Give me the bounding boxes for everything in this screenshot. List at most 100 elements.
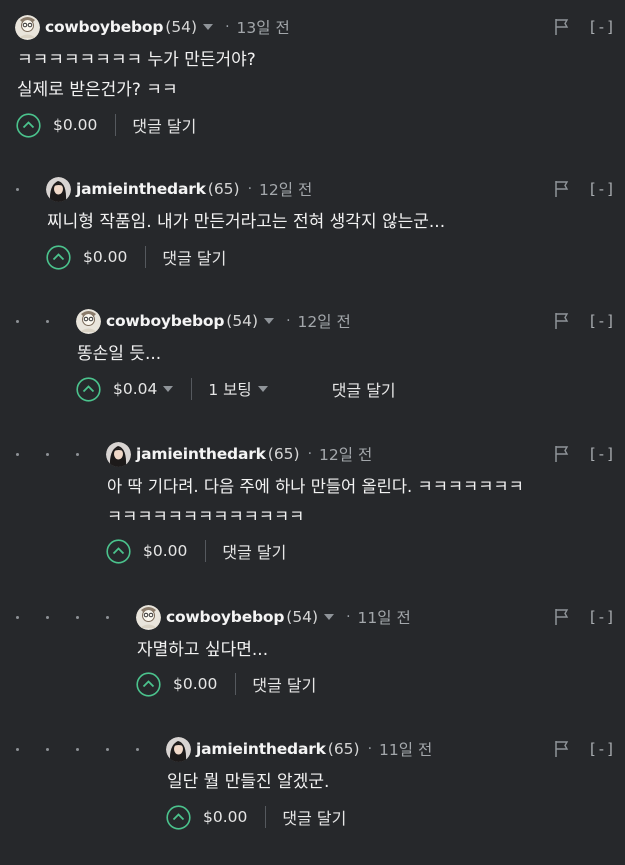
caret-down-icon[interactable]: [324, 612, 335, 622]
comment-footer: $0.00 댓글 달기: [166, 802, 346, 832]
flag-icon[interactable]: [554, 180, 572, 198]
avatar[interactable]: [136, 604, 161, 630]
collapse-button[interactable]: [-]: [588, 445, 615, 463]
author-name[interactable]: jamieinthedark: [136, 445, 266, 463]
caret-down-icon[interactable]: [163, 386, 174, 392]
payout-amount[interactable]: $0.00: [53, 116, 97, 134]
flag-icon[interactable]: [554, 740, 572, 758]
dot-separator: ·: [247, 181, 253, 197]
comment-controls: [-]: [554, 306, 625, 336]
comment-controls: [-]: [554, 174, 625, 204]
upvote-icon[interactable]: [166, 804, 191, 830]
comment-footer: $0.00 댓글 달기: [16, 110, 196, 140]
timestamp[interactable]: 12일 전: [319, 443, 372, 465]
avatar[interactable]: [15, 14, 40, 40]
payout-amount[interactable]: $0.04: [113, 380, 157, 398]
comment-body: 아 딱 기다려. 다음 주에 하나 만들어 올린다. ㅋㅋㅋㅋㅋㅋㅋ ㅋㅋㅋㅋㅋ…: [107, 472, 524, 532]
vote-count[interactable]: 1 보팅: [208, 378, 268, 400]
upvote-icon[interactable]: [136, 671, 161, 697]
divider: [265, 806, 267, 828]
vote-count-label: 1 보팅: [208, 381, 252, 399]
collapse-button[interactable]: [-]: [588, 180, 615, 198]
comment-controls: [-]: [554, 12, 625, 42]
caret-down-icon[interactable]: [257, 386, 268, 392]
comment-thread: cowboybebop (54) · 13일 전 [-] ㅋㅋㅋㅋㅋㅋㅋㅋ 누가…: [0, 0, 625, 865]
author-name[interactable]: cowboybebop: [166, 608, 284, 626]
comment-body: 자멸하고 싶다면...: [137, 635, 268, 665]
reputation-score: (65): [267, 445, 300, 463]
reply-button[interactable]: 댓글 달기: [222, 539, 286, 563]
reputation-score: (65): [207, 180, 240, 198]
payout-amount[interactable]: $0.00: [203, 808, 247, 826]
divider: [205, 540, 207, 562]
comment-header: jamieinthedark (65) · 12일 전: [46, 174, 312, 204]
timestamp[interactable]: 13일 전: [237, 16, 290, 38]
author-name[interactable]: cowboybebop: [106, 312, 224, 330]
comment-controls: [-]: [554, 602, 625, 632]
collapse-button[interactable]: [-]: [588, 18, 615, 36]
author-name[interactable]: jamieinthedark: [196, 740, 326, 758]
timestamp[interactable]: 12일 전: [298, 310, 351, 332]
comment-header: cowboybebop (54) · 11일 전: [136, 602, 411, 632]
comment-body: 찌니형 작품임. 내가 만든거라고는 전혀 생각지 않는군...: [47, 207, 445, 237]
reply-button[interactable]: 댓글 달기: [162, 245, 226, 269]
dot-separator: ·: [286, 313, 291, 329]
flag-icon[interactable]: [554, 445, 572, 463]
reputation-score: (54): [226, 312, 259, 330]
flag-icon[interactable]: [554, 18, 572, 36]
payout-amount[interactable]: $0.00: [143, 542, 187, 560]
avatar[interactable]: [166, 736, 191, 762]
author-name[interactable]: cowboybebop: [45, 18, 163, 36]
thread-depth-dots: [16, 174, 46, 204]
upvote-icon[interactable]: [106, 538, 131, 564]
avatar[interactable]: [106, 441, 131, 467]
collapse-button[interactable]: [-]: [588, 740, 615, 758]
dot-separator: ·: [307, 446, 313, 462]
divider: [191, 378, 193, 400]
comment-header: cowboybebop (54) · 12일 전: [76, 306, 351, 336]
comment-body: ㅋㅋㅋㅋㅋㅋㅋㅋ 누가 만든거야? 실제로 받은건가? ㅋㅋ: [17, 45, 256, 105]
reply-button[interactable]: 댓글 달기: [132, 113, 196, 137]
caret-down-icon[interactable]: [203, 22, 214, 32]
divider: [115, 114, 117, 136]
comment-header: cowboybebop (54) · 13일 전: [15, 12, 290, 42]
comment-body: 일단 뭘 만들진 알겠군.: [167, 767, 329, 797]
upvote-icon[interactable]: [76, 376, 101, 402]
collapse-button[interactable]: [-]: [588, 312, 615, 330]
timestamp[interactable]: 11일 전: [358, 606, 411, 628]
thread-depth-dots: [16, 439, 106, 469]
payout-amount[interactable]: $0.00: [173, 675, 217, 693]
divider: [235, 673, 237, 695]
comment-line: 찌니형 작품임. 내가 만든거라고는 전혀 생각지 않는군...: [47, 212, 446, 232]
avatar[interactable]: [46, 176, 71, 202]
comment-footer: $0.00 댓글 달기: [136, 669, 316, 699]
reply-button[interactable]: 댓글 달기: [282, 805, 346, 829]
reply-button[interactable]: 댓글 달기: [332, 377, 396, 401]
comment-line: 자멸하고 싶다면...: [137, 640, 269, 660]
dot-separator: ·: [346, 609, 351, 625]
divider: [145, 246, 147, 268]
dot-separator: ·: [367, 741, 373, 757]
comment-header: jamieinthedark (65) · 12일 전: [106, 439, 372, 469]
caret-down-icon[interactable]: [264, 316, 275, 326]
timestamp[interactable]: 11일 전: [379, 738, 432, 760]
reputation-score: (65): [327, 740, 360, 758]
comment-footer: $0.04 1 보팅 댓글 달기: [76, 374, 396, 404]
author-name[interactable]: jamieinthedark: [76, 180, 206, 198]
timestamp[interactable]: 12일 전: [259, 178, 312, 200]
upvote-icon[interactable]: [46, 244, 71, 270]
reputation-score: (54): [165, 18, 198, 36]
comment-header: jamieinthedark (65) · 11일 전: [166, 734, 432, 764]
comment-line: 똥손일 듯...: [77, 344, 162, 364]
thread-depth-dots: [16, 602, 136, 632]
comment-footer: $0.00 댓글 달기: [106, 536, 286, 566]
payout-amount[interactable]: $0.00: [83, 248, 127, 266]
reply-button[interactable]: 댓글 달기: [252, 672, 316, 696]
avatar[interactable]: [76, 308, 101, 334]
reputation-score: (54): [286, 608, 319, 626]
collapse-button[interactable]: [-]: [588, 608, 615, 626]
flag-icon[interactable]: [554, 608, 572, 626]
flag-icon[interactable]: [554, 312, 572, 330]
upvote-icon[interactable]: [16, 112, 41, 138]
comment-controls: [-]: [554, 734, 625, 764]
